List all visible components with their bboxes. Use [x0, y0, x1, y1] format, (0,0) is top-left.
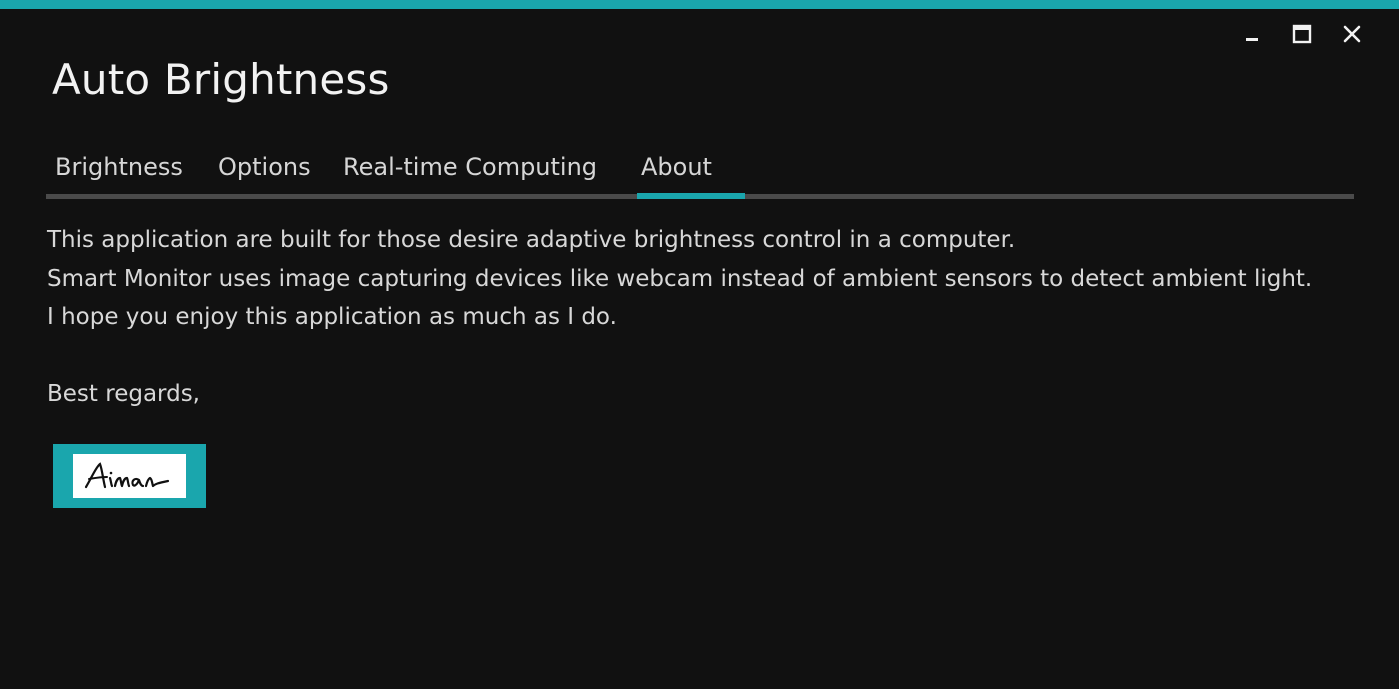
app-window: Auto Brightness Brightness Options Real-… [0, 0, 1399, 689]
tab-about[interactable]: About [641, 145, 712, 193]
app-title: Auto Brightness [52, 55, 390, 104]
about-line: This application are built for those des… [47, 227, 1016, 253]
signature-icon [84, 462, 169, 489]
tab-selected-indicator [637, 193, 745, 199]
minimize-icon [1246, 38, 1258, 41]
about-line: Smart Monitor uses image capturing devic… [47, 265, 1313, 292]
about-description: This application are built for those des… [47, 221, 1312, 413]
close-button[interactable] [1327, 21, 1377, 47]
tab-options[interactable]: Options [218, 145, 311, 193]
minimize-button[interactable] [1227, 21, 1277, 47]
tab-real-time-computing[interactable]: Real-time Computing [343, 145, 597, 193]
about-line: I hope you enjoy this application as muc… [47, 304, 617, 330]
maximize-button[interactable] [1277, 21, 1327, 47]
window-controls [1227, 21, 1377, 47]
maximize-icon [1292, 24, 1312, 44]
signature-image [73, 454, 186, 498]
close-icon [1343, 25, 1361, 43]
tab-bar: Brightness Options Real-time Computing A… [46, 145, 1354, 201]
closing-text: Best regards, [47, 380, 200, 407]
signature-frame [53, 444, 206, 508]
tab-brightness[interactable]: Brightness [55, 145, 183, 193]
